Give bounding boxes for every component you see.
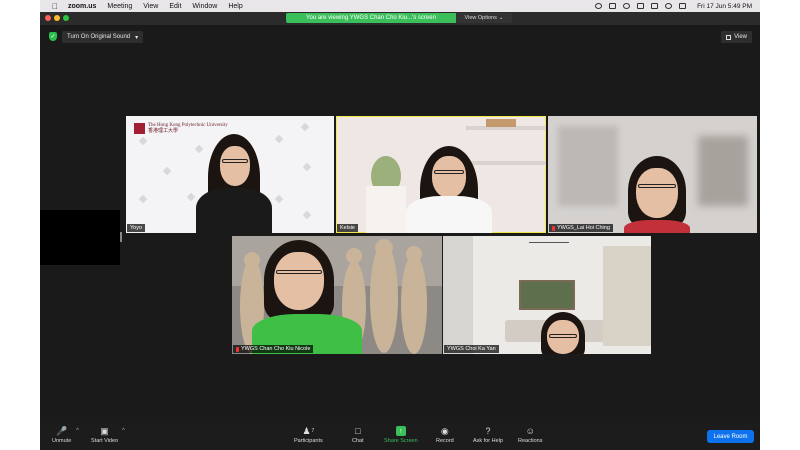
polyu-name-en: The Hong Kong Polytechnic University [148, 123, 228, 128]
zoom-status-icon[interactable] [595, 3, 603, 9]
video-options-caret[interactable]: ^ [122, 428, 125, 434]
leave-room-button[interactable]: Leave Room [707, 430, 754, 443]
meeting-toolbar: 🎤 Unmute ^ ▣ Start Video ^ ♟ 7 Participan… [40, 423, 760, 450]
reactions-label: Reactions [518, 438, 543, 444]
zoom-window-button[interactable] [63, 15, 69, 21]
record-label: Record [436, 438, 454, 444]
participant-name-label: YWGS Choi Ka Yan [444, 345, 499, 353]
participant-name: YWGS Choi Ka Yan [447, 346, 496, 352]
menu-clock[interactable]: Fri 17 Jun 5:49 PM [697, 3, 752, 10]
minimize-window-button[interactable] [54, 15, 60, 21]
close-window-button[interactable] [45, 15, 51, 21]
wifi-icon[interactable] [637, 3, 645, 9]
chat-button[interactable]: □ Chat [352, 426, 364, 444]
status-area: Fri 17 Jun 5:49 PM [595, 0, 752, 12]
battery-icon[interactable] [651, 3, 659, 9]
participant-name: YWGS Chan Cho Kiu Nicole [241, 346, 311, 352]
blurred-background [698, 136, 748, 206]
share-screen-label: Share Screen [384, 438, 418, 444]
muted-mic-icon [236, 346, 239, 352]
unmute-label: Unmute [52, 438, 72, 444]
participant-name-label: YWGS_Lai Hoi Ching [549, 224, 613, 232]
share-screen-arrow-icon: ↑ [395, 426, 406, 436]
polyu-logo-text: The Hong Kong Polytechnic University 香港理… [148, 123, 238, 134]
menu-app-name[interactable]: zoom.us [68, 3, 96, 10]
record-dot-icon: ◉ [440, 425, 449, 436]
video-tile-kelsie[interactable]: Kelsie [336, 116, 546, 233]
view-options-label: View Options [464, 15, 497, 21]
share-screen-button[interactable]: ↑ Share Screen [384, 426, 418, 444]
unmute-button[interactable]: 🎤 Unmute [52, 425, 72, 445]
apple-icon[interactable]:  [52, 2, 58, 11]
view-options-button[interactable]: View Options ⌄ [456, 13, 512, 23]
start-video-button[interactable]: ▣ Start Video [91, 425, 119, 445]
screen-share-banner: You are viewing YWGS Chan Cho Kiu...'s s… [286, 13, 512, 23]
window-frame [443, 236, 473, 354]
reactions-button[interactable]: ☺ Reactions [518, 426, 542, 444]
video-tile-yoyo[interactable]: The Hong Kong Polytechnic University 香港理… [126, 116, 334, 233]
shelf [466, 161, 546, 165]
participant-name: Yoyo [130, 225, 143, 231]
video-camera-off-icon: ▣ [100, 425, 109, 436]
start-video-label: Start Video [91, 438, 119, 444]
video-status-icon[interactable] [609, 3, 617, 9]
dnd-moon-icon[interactable] [623, 3, 631, 9]
original-sound-label: Turn On Original Sound [67, 34, 131, 40]
chevron-down-icon: ⌄ [498, 15, 504, 21]
view-label: View [734, 34, 747, 40]
ask-for-help-button[interactable]: ? Ask for Help [473, 426, 503, 444]
participants-button[interactable]: ♟ 7 Participants [294, 425, 323, 445]
smiley-icon: ☺ [525, 426, 535, 436]
window-controls [45, 15, 69, 21]
participant-name: Kelsie [340, 225, 355, 231]
video-tile-choi-ka-yan[interactable]: YWGS Choi Ka Yan [443, 236, 651, 354]
control-center-icon[interactable] [679, 3, 687, 9]
participant-name-label: Kelsie [337, 224, 358, 232]
participant-name-label: Yoyo [127, 224, 146, 232]
polyu-name-cn: 香港理工大學 [148, 128, 179, 134]
view-button[interactable]: View [721, 31, 752, 43]
chat-label: Chat [352, 438, 364, 444]
menu-view[interactable]: View [143, 3, 158, 10]
chat-bubble-icon: □ [355, 426, 361, 436]
original-sound-button[interactable]: Turn On Original Sound ▾ [62, 31, 144, 43]
muted-mic-icon [552, 225, 555, 231]
participants-label: Participants [294, 438, 323, 444]
zoom-window:  zoom.us Meeting View Edit Window Help … [40, 0, 760, 450]
record-button[interactable]: ◉ Record [436, 425, 454, 445]
shelf-box [486, 119, 516, 127]
help-question-icon: ? [485, 426, 491, 436]
blurred-background [558, 126, 618, 206]
participants-icon: ♟ 7 [302, 425, 315, 436]
participant-count: 7 [311, 428, 315, 434]
chandelier [529, 242, 569, 264]
search-icon[interactable] [665, 3, 673, 9]
gallery-view-icon [726, 34, 732, 40]
mac-menu-bar:  zoom.us Meeting View Edit Window Help … [40, 0, 760, 12]
microphone-muted-icon: 🎤 [56, 425, 68, 436]
menu-help[interactable]: Help [228, 3, 242, 10]
cabinet [366, 186, 406, 233]
participant-name: YWGS_Lai Hoi Ching [557, 225, 610, 231]
participant-name-label: YWGS Chan Cho Kiu Nicole [233, 345, 314, 353]
side-wall [603, 246, 651, 346]
menu-window[interactable]: Window [192, 3, 217, 10]
share-banner-message: You are viewing YWGS Chan Cho Kiu...'s s… [286, 13, 456, 23]
video-tile-lai-hoi-ching[interactable]: YWGS_Lai Hoi Ching [548, 116, 757, 233]
polyu-logo [134, 123, 145, 134]
video-tile-chan-cho-kiu-nicole[interactable]: YWGS Chan Cho Kiu Nicole [232, 236, 442, 354]
menu-meeting[interactable]: Meeting [107, 3, 132, 10]
audio-options-caret[interactable]: ^ [76, 428, 79, 434]
panel-resize-handle[interactable] [120, 232, 122, 242]
dropdown-caret-icon[interactable]: ▾ [135, 34, 138, 41]
encryption-shield-icon[interactable]: ✓ [49, 32, 57, 41]
wall-painting [519, 280, 575, 310]
leave-room-label: Leave Room [713, 433, 748, 440]
ask-for-help-label: Ask for Help [473, 438, 503, 444]
menu-edit[interactable]: Edit [169, 3, 181, 10]
hidden-video-tile [40, 210, 120, 265]
